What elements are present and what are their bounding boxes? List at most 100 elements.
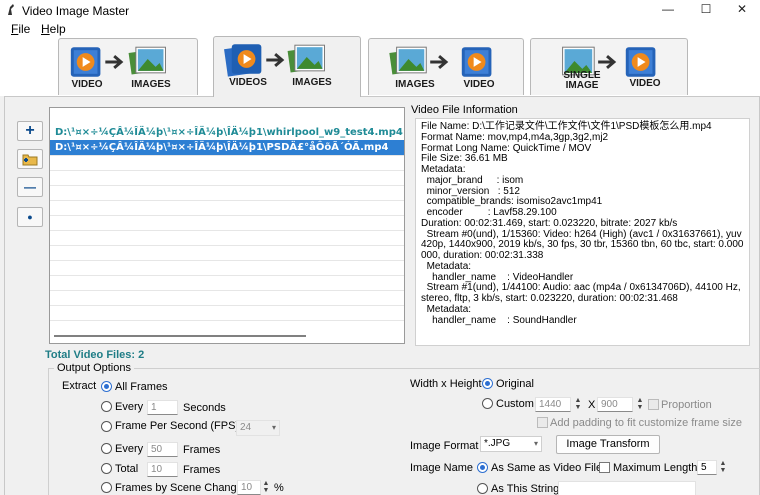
fps-radio[interactable] bbox=[101, 421, 112, 432]
total-frames-radio[interactable] bbox=[101, 463, 112, 474]
every-label: Every bbox=[115, 401, 144, 413]
image-transform-button[interactable]: Image Transform bbox=[556, 435, 660, 454]
frames-label: Frames bbox=[183, 464, 221, 476]
every-seconds-radio[interactable] bbox=[101, 401, 112, 412]
add-folder-button[interactable] bbox=[17, 149, 43, 169]
custom-size-label: Custom bbox=[496, 398, 534, 410]
fps-label: Frame Per Second (FPS) bbox=[115, 420, 240, 432]
scene-change-radio[interactable] bbox=[101, 482, 112, 493]
frames-label: Frames bbox=[183, 444, 221, 456]
width-height-label: Width x Height bbox=[410, 378, 482, 390]
info-line: Stream #1(und), 1/44100: Audio: aac (mp4… bbox=[421, 282, 744, 304]
output-options-label: Output Options bbox=[54, 362, 134, 374]
tab-label: VIDEO bbox=[629, 78, 661, 89]
file-list[interactable]: D:\¹¤×÷¼ÇÂ¼ÎÄ¼þ\¹¤×÷ÎÄ¼þ\ÎÄ¼þ1\whirlpool… bbox=[49, 107, 405, 344]
tab-label: IMAGES bbox=[292, 77, 332, 88]
as-this-string-label: As This String bbox=[491, 483, 560, 495]
tab-single-image-to-video[interactable]: SINGLE IMAGE VIDEO bbox=[530, 38, 688, 95]
maximum-length-label: Maximum Length bbox=[613, 462, 698, 474]
extract-label: Extract bbox=[62, 380, 97, 392]
list-item[interactable]: D:\¹¤×÷¼ÇÂ¼ÎÄ¼þ\¹¤×÷ÎÄ¼þ\ÎÄ¼þ1\PSDÄ£°åÔõ… bbox=[50, 140, 404, 155]
custom-width-input[interactable]: 1440 bbox=[535, 397, 571, 412]
custom-size-radio[interactable] bbox=[482, 398, 493, 409]
every-frames-input[interactable]: 50 bbox=[147, 442, 178, 457]
tab-label: SINGLE IMAGE bbox=[563, 70, 601, 91]
tab-label: IMAGES bbox=[395, 79, 435, 90]
every-seconds-input[interactable]: 1 bbox=[147, 400, 178, 415]
custom-height-input[interactable]: 900 bbox=[597, 397, 633, 412]
remove-file-button[interactable]: — bbox=[17, 177, 43, 197]
minimize-button[interactable]: — bbox=[650, 1, 686, 19]
info-line: handler_name : SoundHandler bbox=[421, 314, 577, 326]
info-line: Metadata: bbox=[421, 303, 472, 315]
tab-label: VIDEOS bbox=[229, 77, 267, 88]
row-divider bbox=[50, 230, 404, 231]
app-logo-icon bbox=[8, 4, 14, 15]
proportion-checkbox[interactable] bbox=[648, 399, 659, 410]
all-frames-label: All Frames bbox=[115, 381, 168, 393]
total-video-files: Total Video Files: 2 bbox=[45, 349, 145, 361]
single-image-to-video-icon bbox=[562, 46, 656, 77]
image-name-label: Image Name bbox=[410, 462, 473, 474]
row-divider bbox=[50, 290, 404, 291]
same-as-video-label: As Same as Video File bbox=[491, 462, 603, 474]
image-format-select[interactable]: *.JPG ▾ bbox=[480, 436, 542, 452]
videos-to-images-icon bbox=[224, 44, 325, 77]
chevron-down-icon: ▾ bbox=[533, 439, 538, 448]
total-frames-input[interactable]: 10 bbox=[147, 462, 178, 477]
maximum-length-spinner[interactable]: ▲ ▼ bbox=[718, 460, 728, 475]
every-frames-radio[interactable] bbox=[101, 443, 112, 454]
info-line: Metadata: bbox=[421, 260, 472, 272]
plus-icon: + bbox=[25, 122, 35, 139]
same-as-video-radio[interactable] bbox=[477, 462, 488, 473]
maximize-button[interactable]: ☐ bbox=[688, 1, 724, 19]
as-this-string-radio[interactable] bbox=[477, 483, 488, 494]
custom-width-spinner[interactable]: ▲ ▼ bbox=[573, 397, 583, 412]
add-file-button[interactable]: + bbox=[17, 121, 43, 141]
image-format-label: Image Format bbox=[410, 440, 479, 452]
mode-tabs: VIDEO IMAGES VIDEOS IMAGES IMAGES VIDEO bbox=[0, 36, 760, 97]
row-divider bbox=[50, 320, 404, 321]
minus-icon: — bbox=[24, 180, 36, 194]
horizontal-scrollbar[interactable] bbox=[54, 335, 306, 337]
row-divider bbox=[50, 185, 404, 186]
row-divider bbox=[50, 170, 404, 171]
maximum-length-checkbox[interactable] bbox=[599, 462, 610, 473]
info-line: Stream #0(und), 1/15360: Video: h264 (Hi… bbox=[421, 228, 744, 261]
menu-bar: File Help bbox=[0, 20, 760, 38]
add-padding-label: Add padding to fit customize frame size bbox=[550, 417, 742, 429]
folder-add-icon bbox=[22, 154, 38, 166]
fps-select[interactable]: 24 ▾ bbox=[236, 420, 280, 436]
scene-change-input[interactable]: 10 bbox=[237, 480, 261, 495]
dot-icon: ● bbox=[27, 212, 33, 222]
original-size-radio[interactable] bbox=[482, 378, 493, 389]
video-to-images-icon bbox=[70, 46, 166, 77]
list-item[interactable]: D:\¹¤×÷¼ÇÂ¼ÎÄ¼þ\¹¤×÷ÎÄ¼þ\ÎÄ¼þ1\whirlpool… bbox=[50, 125, 404, 140]
close-button[interactable]: ✕ bbox=[724, 1, 760, 19]
percent-label: % bbox=[274, 482, 284, 494]
row-divider bbox=[50, 245, 404, 246]
all-frames-radio[interactable] bbox=[101, 381, 112, 392]
tab-label: IMAGES bbox=[131, 79, 171, 90]
add-padding-checkbox[interactable] bbox=[537, 417, 548, 428]
tab-videos-to-images[interactable]: VIDEOS IMAGES bbox=[213, 36, 361, 97]
custom-height-spinner[interactable]: ▲ ▼ bbox=[635, 397, 645, 412]
menu-help[interactable]: Help bbox=[41, 22, 66, 36]
tab-video-to-images[interactable]: VIDEO IMAGES bbox=[58, 38, 198, 95]
image-format-value: *.JPG bbox=[484, 438, 511, 449]
tab-images-to-video[interactable]: IMAGES VIDEO bbox=[368, 38, 524, 95]
info-line: Format Name: mov,mp4,m4a,3gp,3g2,mj2 bbox=[421, 131, 609, 143]
scene-change-spinner[interactable]: ▲ ▼ bbox=[261, 480, 271, 495]
maximum-length-input[interactable]: 5 bbox=[697, 460, 717, 475]
proportion-label: Proportion bbox=[661, 399, 712, 411]
dimension-separator: X bbox=[588, 399, 596, 411]
menu-file[interactable]: File bbox=[11, 22, 30, 36]
as-this-string-input[interactable] bbox=[558, 481, 696, 495]
info-line: File Size: 36.61 MB bbox=[421, 153, 508, 165]
row-divider bbox=[50, 155, 404, 156]
chevron-down-icon: ▾ bbox=[271, 423, 276, 432]
clear-files-button[interactable]: ● bbox=[17, 207, 43, 227]
row-divider bbox=[50, 260, 404, 261]
row-divider bbox=[50, 275, 404, 276]
scene-change-label: Frames by Scene Change bbox=[115, 482, 243, 494]
